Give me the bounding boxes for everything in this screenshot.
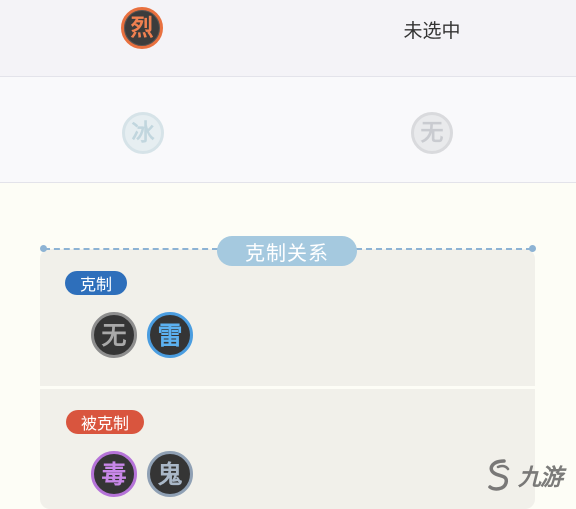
fire-element-cell[interactable]: 烈 [121,7,163,49]
faded-element-row: 冰 无 [0,77,576,183]
unselected-status-text: 未选中 [403,19,461,42]
swirl-logo-icon [488,459,510,491]
status-cell: 未选中 [380,12,484,46]
watermark: 九游 [484,453,576,497]
thunder-element-badge[interactable]: 雷 [147,312,193,358]
section-title-pill: 克制关系 [217,236,357,266]
ice-element-cell[interactable]: 冰 [122,112,164,154]
poison-element-badge[interactable]: 毒 [91,451,137,497]
none-element-badge[interactable]: 无 [411,112,453,154]
ice-element-badge[interactable]: 冰 [122,112,164,154]
fire-element-badge[interactable]: 烈 [121,7,163,49]
none-element-cell[interactable]: 无 [411,112,453,154]
watermark-text: 九游 [518,465,563,491]
selection-row: 烈 未选中 [0,0,576,77]
dash-right-dot [529,245,536,252]
countered-badge-ghost-cell[interactable]: 鬼 [147,451,193,497]
countered-by-tag: 被克制 [66,410,144,434]
counter-badge-none-cell[interactable]: 无 [91,312,137,358]
card-divider [40,386,535,389]
counter-badge-thunder-cell[interactable]: 雷 [147,312,193,358]
none-element-badge[interactable]: 无 [91,312,137,358]
counter-tag: 克制 [65,271,127,295]
countered-badge-poison-cell[interactable]: 毒 [91,451,137,497]
ghost-element-badge[interactable]: 鬼 [147,451,193,497]
dash-line-right [356,248,532,250]
dash-line-left [44,248,218,250]
